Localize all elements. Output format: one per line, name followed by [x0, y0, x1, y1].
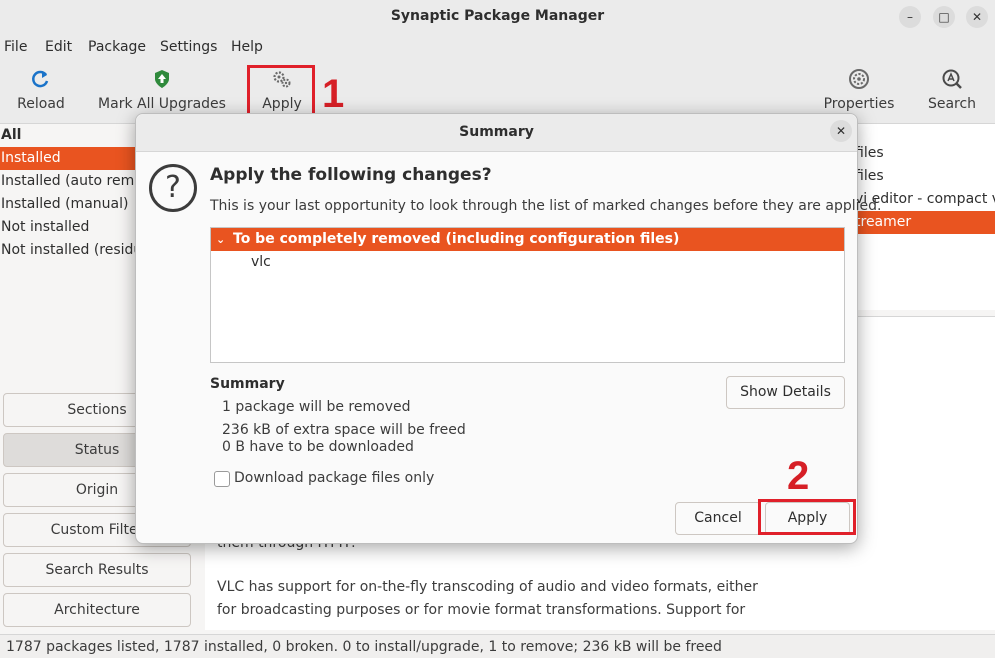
search-icon — [942, 69, 962, 89]
reload-label: Reload — [17, 96, 65, 112]
reload-button[interactable]: Reload — [12, 60, 70, 122]
chevron-down-icon: ⌄ — [216, 233, 226, 246]
description-line: for broadcasting purposes or for movie f… — [217, 602, 746, 618]
summary-label: Summary — [210, 376, 285, 392]
menu-bar: File Edit Package Settings Help — [0, 34, 995, 60]
changes-list: ⌄ To be completely removed (including co… — [210, 227, 845, 363]
apply-button-highlight-box — [758, 499, 856, 535]
dialog-title: Summary — [459, 124, 534, 140]
show-details-button[interactable]: Show Details — [726, 376, 845, 409]
summary-line: 0 B have to be downloaded — [222, 439, 414, 455]
search-results-button[interactable]: Search Results — [3, 553, 191, 587]
summary-line: 1 package will be removed — [222, 399, 411, 415]
menu-help[interactable]: Help — [231, 39, 263, 55]
menu-settings[interactable]: Settings — [160, 39, 217, 55]
change-group-header[interactable]: ⌄ To be completely removed (including co… — [211, 228, 844, 251]
search-label: Search — [927, 96, 977, 112]
change-item: vlc — [251, 254, 271, 270]
maximize-icon[interactable]: □ — [933, 6, 955, 28]
shield-upgrade-icon — [155, 70, 169, 88]
description-line: VLC has support for on-the-fly transcodi… — [217, 579, 758, 595]
change-group-label: To be completely removed (including conf… — [233, 231, 680, 247]
reload-icon — [32, 70, 49, 88]
mark-all-upgrades-label: Mark All Upgrades — [98, 96, 226, 112]
download-only-checkbox[interactable] — [214, 471, 230, 487]
architecture-button[interactable]: Architecture — [3, 593, 191, 627]
summary-dialog: Summary ✕ ? Apply the following changes?… — [135, 113, 881, 544]
menu-file[interactable]: File — [4, 39, 27, 55]
properties-icon — [849, 69, 869, 89]
cancel-button[interactable]: Cancel — [675, 502, 761, 535]
status-bar: 1787 packages listed, 1787 installed, 0 … — [0, 634, 995, 658]
dialog-close-icon[interactable]: ✕ — [830, 120, 852, 142]
minimize-icon[interactable]: – — [899, 6, 921, 28]
summary-line: 236 kB of extra space will be freed — [222, 422, 466, 438]
title-bar: Synaptic Package Manager – □ ✕ — [0, 0, 995, 34]
properties-label: Properties — [823, 96, 895, 112]
dialog-header: Summary ✕ — [136, 114, 857, 152]
search-button[interactable]: Search — [924, 60, 980, 122]
dialog-heading: Apply the following changes? — [210, 165, 492, 185]
step-1-label: 1 — [322, 72, 345, 116]
window-title: Synaptic Package Manager — [390, 8, 605, 24]
dialog-subtitle: This is your last opportunity to look th… — [210, 198, 882, 214]
question-icon: ? — [149, 164, 197, 212]
download-only-label: Download package files only — [234, 470, 435, 486]
menu-package[interactable]: Package — [88, 39, 146, 55]
step-2-label: 2 — [787, 454, 810, 498]
close-icon[interactable]: ✕ — [966, 6, 988, 28]
menu-edit[interactable]: Edit — [45, 39, 72, 55]
